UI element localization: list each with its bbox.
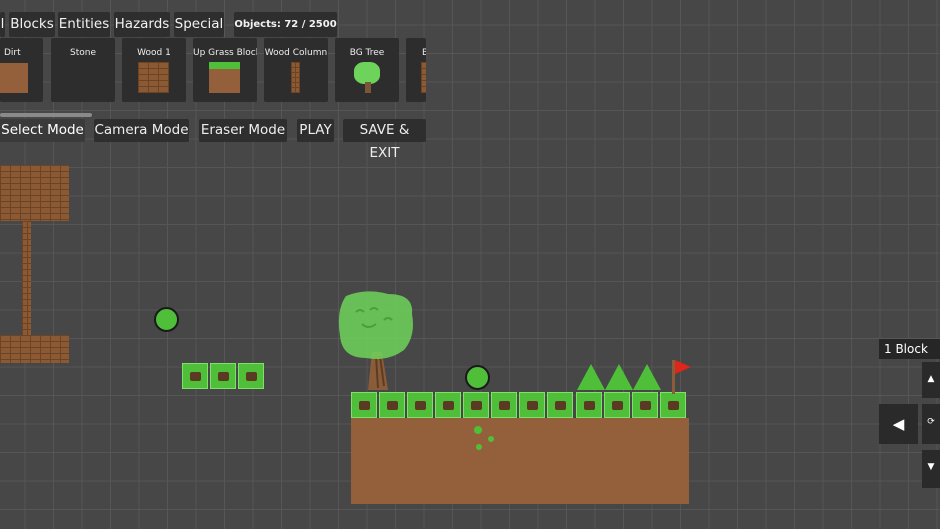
grass-block-thumb (209, 62, 240, 93)
wood-column-thumb (291, 62, 300, 93)
spike-hazard[interactable] (577, 364, 605, 390)
wood-platform-top[interactable] (0, 165, 69, 221)
objects-counter: Objects: 72 / 2500 (234, 12, 337, 37)
bg-tree[interactable] (336, 290, 416, 392)
palette-label: Wood 1 (137, 48, 171, 58)
grass-block[interactable] (182, 363, 208, 389)
palette-label: BG Tree (349, 48, 385, 58)
palette-item-wood-1[interactable]: Wood 1 (122, 38, 186, 102)
chevron-down-icon: ▼ (927, 462, 935, 472)
play-button[interactable]: PLAY (297, 119, 334, 142)
coin-entity[interactable] (154, 307, 179, 332)
flag-icon[interactable] (670, 358, 694, 394)
coin-entity[interactable] (465, 365, 490, 390)
grass-block[interactable] (604, 392, 630, 418)
tab-entities[interactable]: Entities (58, 12, 110, 37)
nav-center-button[interactable]: ⟳ (922, 404, 940, 444)
nav-up-button[interactable]: ▲ (922, 362, 940, 398)
eraser-mode-button[interactable]: Eraser Mode (199, 119, 287, 142)
palette-item-bg-tree[interactable]: BG Tree (335, 38, 399, 102)
nav-left-button[interactable]: ◀ (879, 404, 918, 444)
palette-label: B (422, 48, 426, 58)
wood-platform-bottom[interactable] (0, 335, 69, 363)
palette-label: Up Grass Block (193, 48, 257, 58)
grass-debris (474, 426, 482, 434)
palette-item-dirt[interactable]: Dirt (0, 38, 43, 102)
camera-mode-button[interactable]: Camera Mode (94, 119, 189, 142)
partial-thumb (421, 62, 426, 93)
arrow-left-icon: ◀ (892, 415, 905, 433)
select-mode-button[interactable]: Select Mode (0, 119, 85, 142)
tree-thumb (354, 62, 380, 84)
grass-block[interactable] (379, 392, 405, 418)
dirt-ground[interactable] (351, 418, 689, 504)
grass-debris (488, 436, 494, 442)
save-exit-button[interactable]: SAVE & EXIT (343, 119, 426, 161)
palette-item-stone[interactable]: Stone (51, 38, 115, 102)
palette-scrollbar[interactable] (0, 113, 92, 117)
palette-item-partial[interactable]: B (406, 38, 426, 102)
grass-block[interactable] (491, 392, 517, 418)
grass-block[interactable] (632, 392, 658, 418)
grass-block[interactable] (463, 392, 489, 418)
dirt-thumb (0, 63, 28, 93)
nav-down-button[interactable]: ▼ (922, 450, 940, 488)
block-size-label: 1 Block (879, 339, 940, 359)
palette-item-wood-column[interactable]: Wood Column (264, 38, 328, 102)
rotate-icon: ⟳ (927, 417, 935, 427)
chevron-up-icon: ▲ (927, 374, 935, 384)
grass-block[interactable] (351, 392, 377, 418)
spike-hazard[interactable] (633, 364, 661, 390)
tab-partial[interactable]: l (0, 12, 5, 37)
grass-debris (476, 444, 482, 450)
grass-block[interactable] (238, 363, 264, 389)
palette-label: Dirt (4, 48, 21, 58)
tab-hazards[interactable]: Hazards (114, 12, 170, 37)
wood-column[interactable] (22, 221, 31, 335)
grass-block[interactable] (407, 392, 433, 418)
palette-label: Stone (70, 48, 96, 58)
grass-block[interactable] (660, 392, 686, 418)
palette-label: Wood Column (264, 48, 328, 58)
tab-blocks[interactable]: Blocks (9, 12, 55, 37)
wood-thumb (138, 62, 169, 93)
grass-block[interactable] (547, 392, 573, 418)
grass-block[interactable] (435, 392, 461, 418)
tab-special[interactable]: Special (174, 12, 224, 37)
grass-block[interactable] (576, 392, 602, 418)
tree-trunk-thumb (365, 82, 371, 93)
spike-hazard[interactable] (605, 364, 633, 390)
grass-block[interactable] (519, 392, 545, 418)
palette-item-up-grass-block[interactable]: Up Grass Block (193, 38, 257, 102)
grass-block[interactable] (210, 363, 236, 389)
